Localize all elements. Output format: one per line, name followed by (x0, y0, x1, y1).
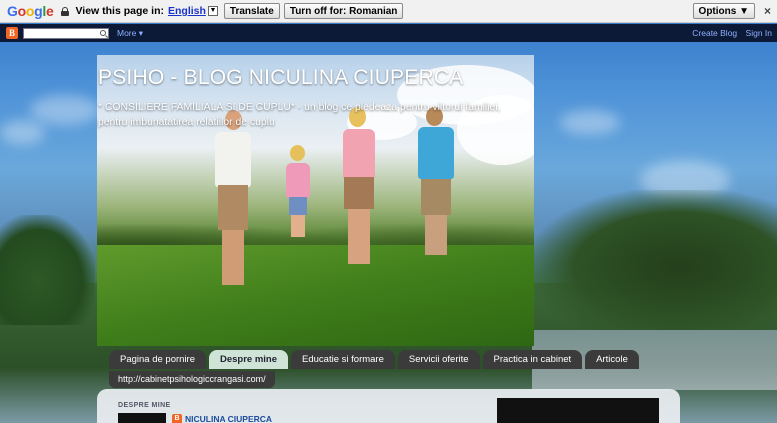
language-select[interactable]: English (168, 5, 206, 17)
section-title: DESPRE MINE (118, 402, 171, 409)
google-logo[interactable]: Google (7, 3, 54, 19)
turn-off-button[interactable]: Turn off for: Romanian (283, 3, 404, 19)
translate-prompt: View this page in: (75, 5, 164, 17)
search-icon[interactable] (100, 29, 106, 36)
translate-button[interactable]: Translate (223, 3, 280, 19)
create-blog-link[interactable]: Create Blog (692, 28, 737, 38)
background-trees (0, 215, 95, 325)
background-cloud (30, 95, 100, 125)
sidebar-widget (497, 398, 659, 423)
blog-title[interactable]: PSIHO - BLOG NICULINA CIUPERCA (98, 66, 463, 90)
blogger-navbar: B More ▾ Create Blog Sign In (0, 24, 777, 42)
page-tabs: Pagina de pornire Despre mine Educatie s… (109, 350, 639, 369)
close-icon[interactable]: × (764, 5, 771, 17)
background-cloud (560, 110, 620, 135)
tab-external-link[interactable]: http://cabinetpsihologiccrangasi.com/ (109, 371, 275, 388)
options-button[interactable]: Options ▼ (692, 3, 755, 19)
google-translate-bar: Google View this page in: English ▼ Tran… (0, 0, 777, 23)
tab-articole[interactable]: Articole (585, 350, 639, 369)
family-photo-mother (335, 107, 383, 267)
family-photo-father (205, 110, 265, 300)
profile-photo[interactable] (118, 413, 166, 423)
more-menu[interactable]: More ▾ (117, 28, 143, 39)
blog-description: * CONSILIERE FAMILIALA SI DE CUPLU* - un… (98, 102, 501, 128)
tab-educatie-si-formare[interactable]: Educatie si formare (291, 350, 395, 369)
search-input[interactable] (23, 27, 109, 39)
tab-pagina-de-pornire[interactable]: Pagina de pornire (109, 350, 206, 369)
blogger-icon[interactable]: B (6, 27, 18, 39)
chevron-down-icon[interactable]: ▼ (207, 6, 218, 16)
sign-in-link[interactable]: Sign In (746, 28, 772, 38)
tab-servicii-oferite[interactable]: Servicii oferite (397, 350, 480, 369)
header-image (97, 55, 534, 346)
background-trees (532, 190, 777, 330)
background-cloud (0, 120, 45, 145)
family-photo-girl (281, 145, 315, 240)
tab-practica-in-cabinet[interactable]: Practica in cabinet (482, 350, 583, 369)
profile-name-link[interactable]: NICULINA CIUPERCA (185, 414, 272, 423)
header-grass (97, 245, 534, 346)
blogger-profile-icon: B (172, 414, 182, 423)
tab-despre-mine[interactable]: Despre mine (209, 350, 289, 369)
lock-icon (61, 6, 70, 16)
